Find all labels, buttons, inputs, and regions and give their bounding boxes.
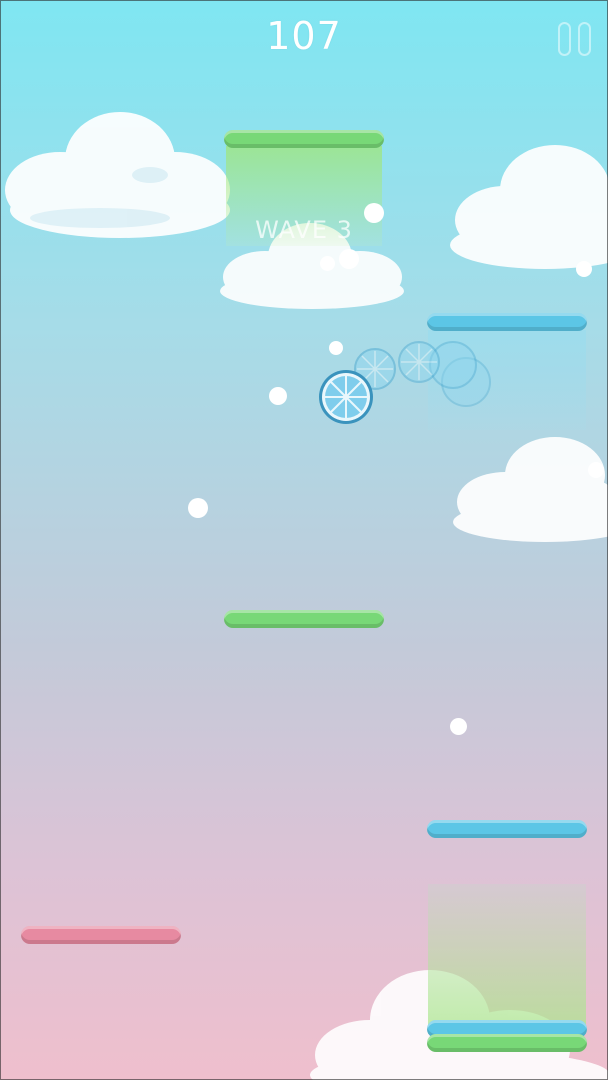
- bubble-dot: [339, 249, 359, 269]
- bubble-dot: [188, 498, 208, 518]
- bubble-dot: [320, 256, 335, 271]
- pause-icon[interactable]: [556, 22, 596, 58]
- bubble-dot: [576, 261, 592, 277]
- blue-platform: [427, 313, 587, 331]
- pink-platform: [21, 926, 181, 944]
- cloud-icon: [5, 112, 230, 238]
- lemon-trail-icon: [398, 341, 440, 383]
- bubble-dot: [329, 341, 343, 355]
- bubble-dot: [588, 462, 604, 478]
- green-platform: [224, 610, 384, 628]
- green-platform: [427, 1034, 587, 1052]
- bubble-dot: [269, 387, 287, 405]
- cloud-icon: [450, 145, 608, 269]
- lemon-slice-icon: [319, 370, 373, 424]
- cloud-icon: [453, 437, 608, 542]
- score-counter: 107: [266, 14, 342, 58]
- target-zone: [428, 884, 586, 1034]
- wave-label: WAVE 3: [255, 216, 353, 244]
- bubble-dot: [450, 718, 467, 735]
- blue-platform: [427, 820, 587, 838]
- green-platform: [224, 130, 384, 148]
- bubble-dot: [364, 203, 384, 223]
